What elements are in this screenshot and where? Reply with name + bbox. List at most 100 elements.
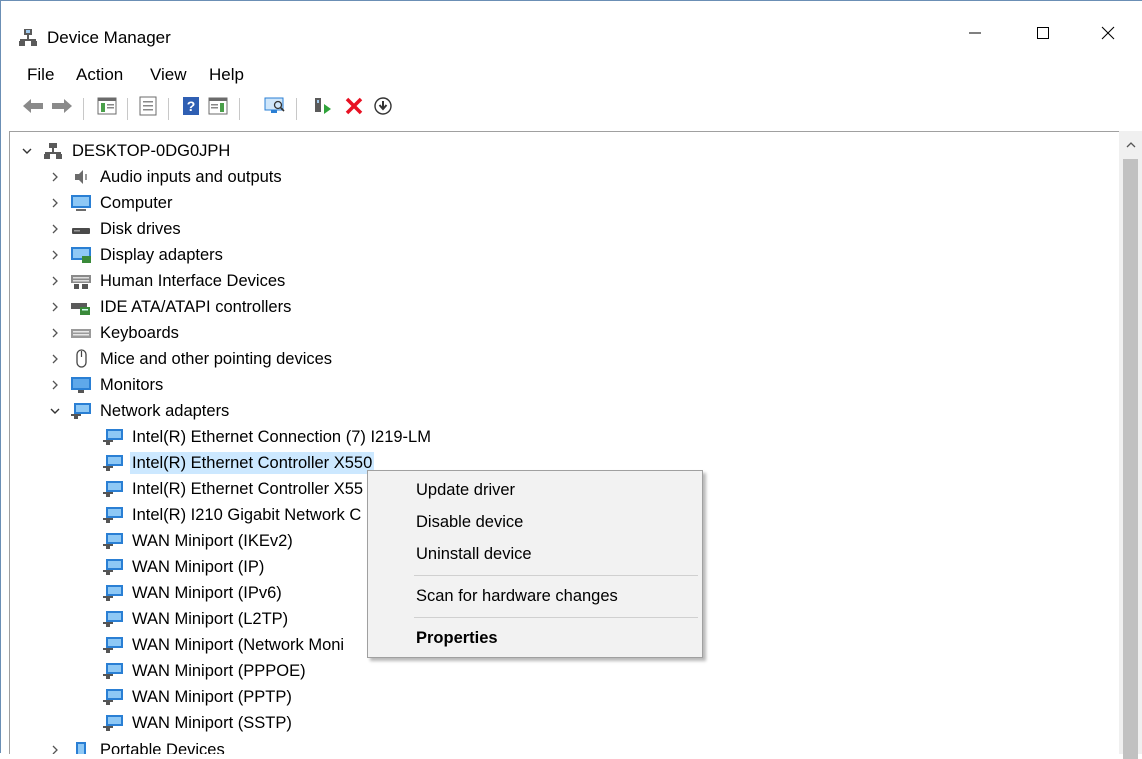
network-child[interactable]: WAN Miniport (L2TP) xyxy=(102,607,290,631)
tree-item-display-adapters[interactable]: Display adapters xyxy=(48,243,225,267)
network-adapter-icon xyxy=(102,428,124,446)
back-button[interactable] xyxy=(20,95,46,121)
network-child[interactable]: Intel(R) I210 Gigabit Network C xyxy=(102,503,363,527)
network-child[interactable]: Intel(R) Ethernet Connection (7) I219-LM xyxy=(102,425,433,449)
tree-item-network-adapters[interactable]: Network adapters xyxy=(48,399,231,423)
tree-root[interactable]: DESKTOP-0DG0JPH xyxy=(20,139,232,163)
minimize-icon xyxy=(968,26,982,45)
network-child-selected[interactable]: Intel(R) Ethernet Controller X550 xyxy=(102,451,375,475)
speaker-icon xyxy=(70,168,92,186)
show-hide-console-tree-button[interactable] xyxy=(94,95,120,121)
show-hide-action-pane-button[interactable] xyxy=(205,95,231,121)
minimize-button[interactable] xyxy=(946,15,1004,55)
tree-item-keyboards[interactable]: Keyboards xyxy=(48,321,181,345)
scan-hardware-menu-item[interactable]: Scan for hardware changes xyxy=(368,581,702,611)
close-icon xyxy=(1101,26,1115,45)
properties-button[interactable] xyxy=(135,95,161,121)
network-adapter-icon xyxy=(70,402,92,420)
properties-icon xyxy=(139,96,157,121)
tree-item-mice[interactable]: Mice and other pointing devices xyxy=(48,347,334,371)
tree-item-label: WAN Miniport (L2TP) xyxy=(132,610,289,628)
device-tree[interactable]: DESKTOP-0DG0JPH Audio inputs and outputs… xyxy=(9,131,1142,754)
hid-icon xyxy=(70,272,92,290)
network-adapter-icon xyxy=(102,688,124,706)
chevron-right-icon[interactable] xyxy=(48,378,62,392)
chevron-right-icon[interactable] xyxy=(48,743,62,754)
tree-item-monitors[interactable]: Monitors xyxy=(48,373,165,397)
network-adapter-icon xyxy=(102,584,124,602)
tree-item-label: Intel(R) Ethernet Connection (7) I219-LM xyxy=(132,428,431,446)
tree-item-label: WAN Miniport (PPPOE) xyxy=(132,662,306,680)
network-adapter-icon xyxy=(102,714,124,732)
menu-file[interactable]: File xyxy=(25,63,56,87)
network-adapter-icon xyxy=(102,532,124,550)
network-child[interactable]: WAN Miniport (IKEv2) xyxy=(102,529,295,553)
tree-item-label: WAN Miniport (SSTP) xyxy=(132,714,292,732)
network-child[interactable]: WAN Miniport (PPPOE) xyxy=(102,659,308,683)
vertical-scrollbar[interactable] xyxy=(1119,131,1142,759)
chevron-right-icon[interactable] xyxy=(48,196,62,210)
toolbar-separator xyxy=(127,98,128,120)
tree-item-label: Intel(R) Ethernet Controller X550 xyxy=(130,452,375,474)
chevron-right-icon[interactable] xyxy=(48,274,62,288)
network-adapter-icon xyxy=(102,454,124,472)
tree-item-label: WAN Miniport (Network Moni xyxy=(132,636,345,654)
scrollbar-thumb[interactable] xyxy=(1123,159,1138,759)
toolbar: ? xyxy=(1,94,1142,124)
network-adapter-icon xyxy=(102,610,124,628)
uninstall-button[interactable] xyxy=(341,95,367,121)
tree-item-hid[interactable]: Human Interface Devices xyxy=(48,269,287,293)
menu-help[interactable]: Help xyxy=(207,63,246,87)
tree-item-label: Mice and other pointing devices xyxy=(100,350,333,368)
update-driver-button[interactable] xyxy=(310,95,336,121)
tree-item-audio[interactable]: Audio inputs and outputs xyxy=(48,165,284,189)
help-button[interactable]: ? xyxy=(178,95,204,121)
svg-text:?: ? xyxy=(187,98,196,114)
menu-item-label: Scan for hardware changes xyxy=(416,586,618,605)
chevron-right-icon[interactable] xyxy=(48,222,62,236)
chevron-right-icon[interactable] xyxy=(48,248,62,262)
chevron-right-icon[interactable] xyxy=(48,352,62,366)
network-adapter-icon xyxy=(102,506,124,524)
network-child[interactable]: WAN Miniport (IPv6) xyxy=(102,581,284,605)
uninstall-device-menu-item[interactable]: Uninstall device xyxy=(368,539,702,569)
disable-device-menu-item[interactable]: Disable device xyxy=(368,507,702,537)
tree-item-ide[interactable]: IDE ATA/ATAPI controllers xyxy=(48,295,293,319)
computer-network-icon xyxy=(42,142,64,160)
show-hide-action-pane-icon xyxy=(208,97,228,120)
chevron-right-icon[interactable] xyxy=(48,300,62,314)
tree-item-computer[interactable]: Computer xyxy=(48,191,174,215)
title-bar[interactable]: Device Manager xyxy=(1,1,1142,55)
network-adapter-icon xyxy=(102,480,124,498)
scan-hardware-button[interactable] xyxy=(262,95,288,121)
tree-item-disk-drives[interactable]: Disk drives xyxy=(48,217,183,241)
toolbar-separator xyxy=(168,98,169,120)
chevron-down-icon[interactable] xyxy=(20,144,34,158)
tree-item-label: Network adapters xyxy=(100,402,230,420)
update-driver-menu-item[interactable]: Update driver xyxy=(368,475,702,505)
menu-action[interactable]: Action xyxy=(74,63,125,87)
tree-item-label: Keyboards xyxy=(100,324,179,342)
tree-item-label: WAN Miniport (IP) xyxy=(132,558,265,576)
forward-button[interactable] xyxy=(49,95,75,121)
context-menu: Update driver Disable device Uninstall d… xyxy=(367,470,703,658)
menu-bar: File Action View Help xyxy=(1,63,1142,87)
network-child[interactable]: WAN Miniport (Network Moni xyxy=(102,633,346,657)
scroll-up-button[interactable] xyxy=(1119,131,1142,159)
scan-hardware-icon xyxy=(264,96,286,121)
network-child[interactable]: Intel(R) Ethernet Controller X55 xyxy=(102,477,365,501)
enable-device-button[interactable] xyxy=(370,95,396,121)
chevron-right-icon[interactable] xyxy=(48,326,62,340)
chevron-up-icon xyxy=(1126,136,1136,154)
network-child[interactable]: WAN Miniport (IP) xyxy=(102,555,266,579)
close-button[interactable] xyxy=(1079,15,1137,55)
network-child[interactable]: WAN Miniport (SSTP) xyxy=(102,711,294,735)
menu-view[interactable]: View xyxy=(148,63,189,87)
properties-menu-item[interactable]: Properties xyxy=(368,623,702,653)
maximize-button[interactable] xyxy=(1014,15,1072,55)
network-child[interactable]: WAN Miniport (PPTP) xyxy=(102,685,294,709)
chevron-right-icon[interactable] xyxy=(48,170,62,184)
tree-item-portable-devices[interactable]: Portable Devices xyxy=(48,738,227,754)
help-icon: ? xyxy=(182,96,200,121)
chevron-down-icon[interactable] xyxy=(48,404,62,418)
